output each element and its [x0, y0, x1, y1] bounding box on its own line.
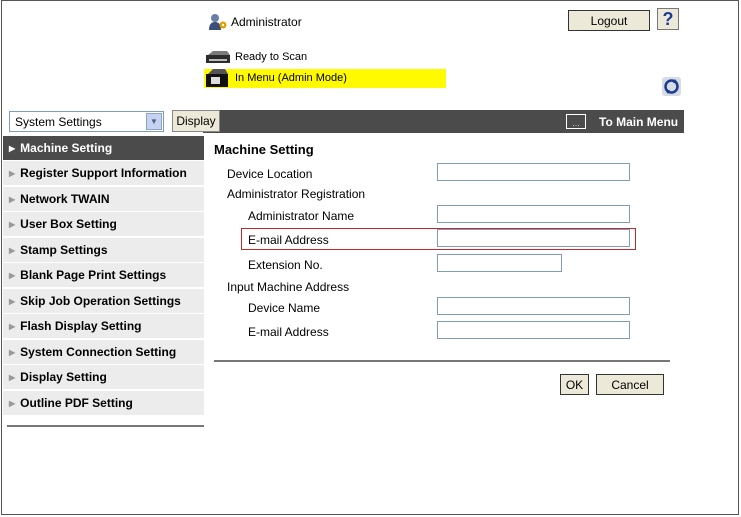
sidebar-item-register-support[interactable]: ▶ Register Support Information [3, 160, 204, 185]
administrator-name-field[interactable] [437, 205, 630, 223]
device-location-label: Device Location [227, 167, 313, 181]
sidebar-item-label: Network TWAIN [20, 192, 110, 206]
sidebar-item-blank-page[interactable]: ▶ Blank Page Print Settings [3, 262, 204, 287]
triangle-right-icon: ▶ [9, 194, 16, 204]
content-divider [214, 360, 670, 362]
sidebar-item-label: User Box Setting [20, 217, 117, 231]
to-main-menu-link[interactable]: To Main Menu [599, 115, 678, 129]
main-menu-icon[interactable]: … [566, 114, 586, 129]
logout-button[interactable]: Logout [568, 10, 650, 31]
sidebar-item-label: Display Setting [20, 370, 107, 384]
sidebar-item-label: Skip Job Operation Settings [20, 294, 181, 308]
triangle-right-icon: ▶ [9, 245, 16, 255]
sidebar-item-label: Machine Setting [20, 141, 113, 155]
triangle-right-icon: ▶ [9, 219, 16, 229]
sidebar-item-label: System Connection Setting [20, 345, 177, 359]
extension-number-label: Extension No. [248, 258, 323, 272]
status-menu-text: In Menu (Admin Mode) [235, 72, 347, 84]
device-name-label: Device Name [248, 301, 321, 315]
device-name-field[interactable] [437, 297, 630, 315]
chevron-down-icon[interactable]: ▼ [146, 113, 162, 130]
email-address-label: E-mail Address [248, 233, 329, 247]
sidebar-item-label: Outline PDF Setting [20, 396, 133, 410]
triangle-right-icon: ▶ [9, 296, 16, 306]
email-address-field[interactable] [437, 229, 630, 247]
extension-number-field[interactable] [437, 254, 562, 272]
cancel-button[interactable]: Cancel [596, 374, 664, 395]
sidebar-item-label: Register Support Information [20, 166, 187, 180]
triangle-right-icon: ▶ [9, 398, 16, 408]
settings-select-value: System Settings [15, 115, 102, 129]
admin-registration-heading: Administrator Registration [227, 187, 366, 201]
machine-menu-icon [206, 69, 228, 87]
sidebar-item-stamp-settings[interactable]: ▶ Stamp Settings [3, 237, 204, 262]
triangle-right-icon: ▶ [9, 270, 16, 280]
triangle-right-icon: ▶ [9, 372, 16, 382]
sidebar-item-machine-setting[interactable]: ▶ Machine Setting [3, 135, 204, 160]
triangle-right-icon: ▶ [9, 143, 16, 153]
sidebar-item-outline-pdf[interactable]: ▶ Outline PDF Setting [3, 390, 204, 415]
ok-button[interactable]: OK [560, 374, 589, 395]
sidebar-item-label: Flash Display Setting [20, 319, 142, 333]
sidebar-item-display-setting[interactable]: ▶ Display Setting [3, 364, 204, 389]
machine-email-label: E-mail Address [248, 325, 329, 339]
sidebar-item-system-connection[interactable]: ▶ System Connection Setting [3, 339, 204, 364]
administrator-icon [209, 14, 227, 30]
refresh-icon[interactable] [662, 77, 681, 96]
triangle-right-icon: ▶ [9, 347, 16, 357]
display-button[interactable]: Display [172, 110, 220, 132]
sidebar-item-user-box[interactable]: ▶ User Box Setting [3, 211, 204, 236]
administrator-name-label: Administrator Name [248, 209, 355, 223]
sidebar-divider [7, 425, 204, 427]
sidebar-item-skip-job[interactable]: ▶ Skip Job Operation Settings [3, 288, 204, 313]
help-button[interactable]: ? [657, 8, 679, 30]
sidebar-item-label: Stamp Settings [20, 243, 108, 257]
sidebar-item-network-twain[interactable]: ▶ Network TWAIN [3, 186, 204, 211]
triangle-right-icon: ▶ [9, 321, 16, 331]
status-ready-text: Ready to Scan [235, 51, 308, 63]
input-machine-address-heading: Input Machine Address [227, 280, 350, 294]
scanner-icon [206, 51, 230, 63]
page-title: Machine Setting [214, 142, 314, 157]
sidebar-item-label: Blank Page Print Settings [20, 268, 167, 282]
sidebar-item-flash-display[interactable]: ▶ Flash Display Setting [3, 313, 204, 338]
triangle-right-icon: ▶ [9, 168, 16, 178]
device-location-field[interactable] [437, 163, 630, 181]
administrator-label: Administrator [231, 15, 302, 29]
machine-email-field[interactable] [437, 321, 630, 339]
